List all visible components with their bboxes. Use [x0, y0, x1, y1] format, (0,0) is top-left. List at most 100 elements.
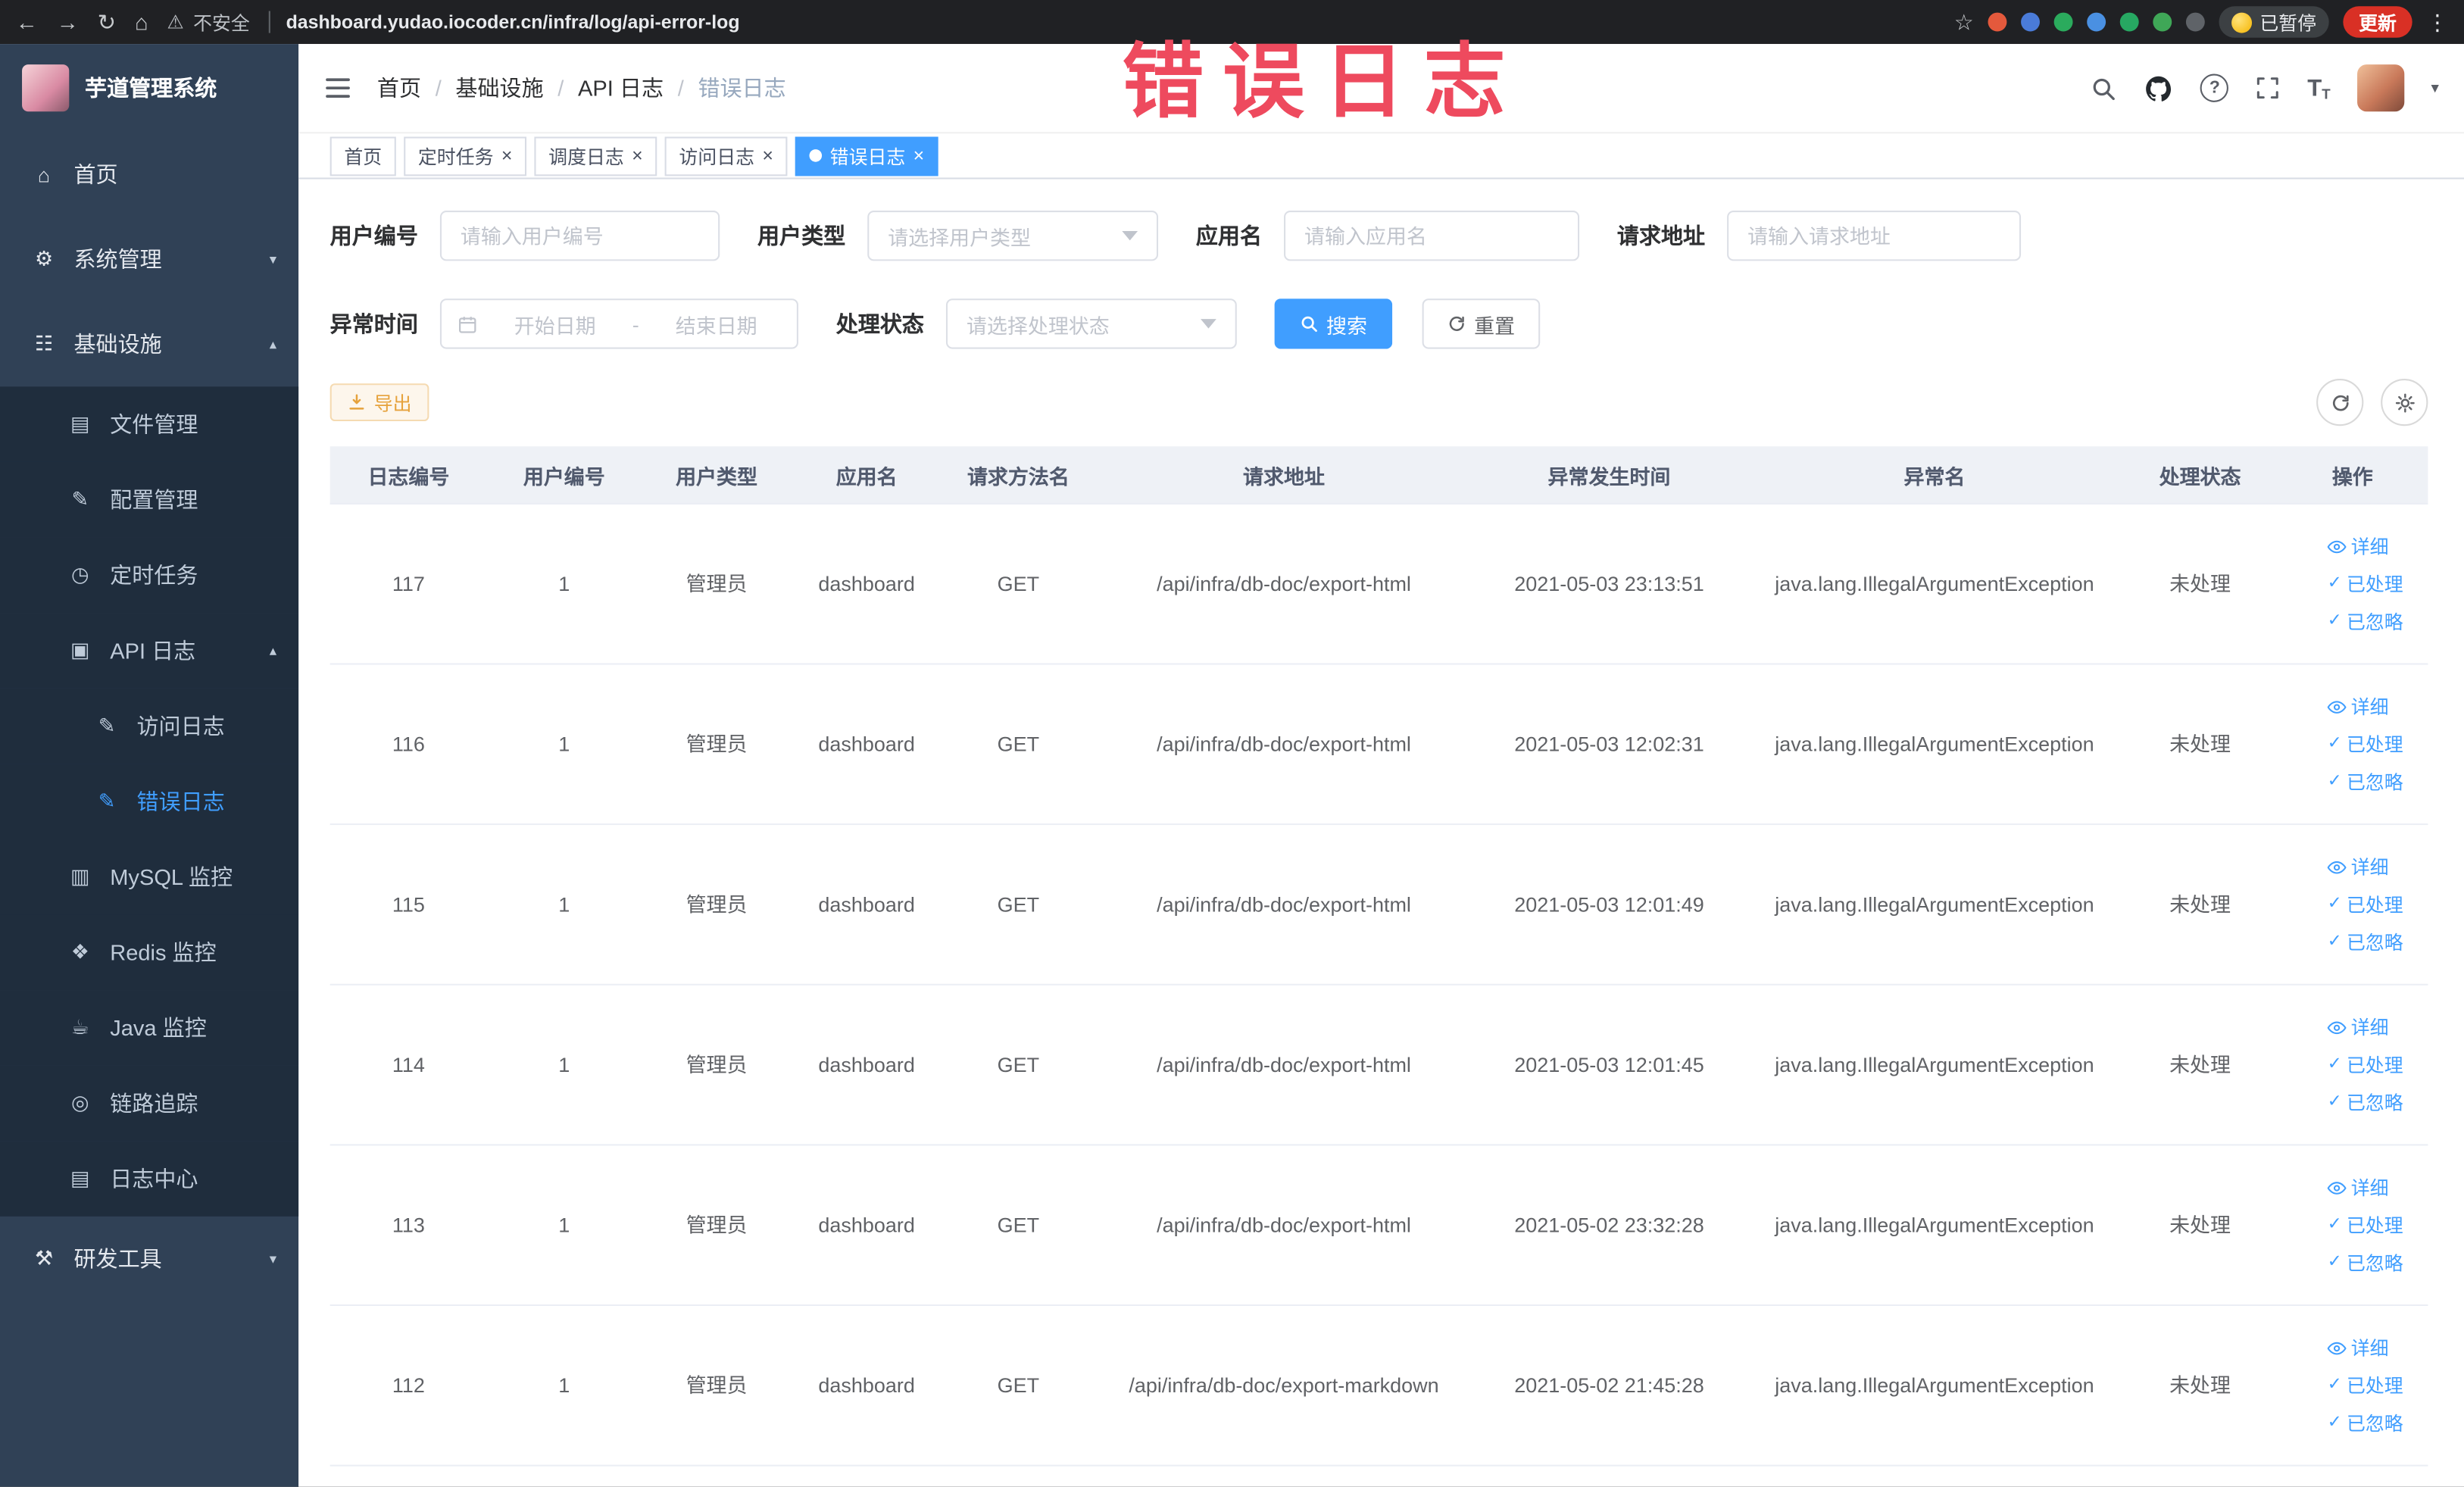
- sidebar-item-access-log[interactable]: ✎ 访问日志: [0, 688, 299, 764]
- close-icon[interactable]: ×: [501, 146, 513, 165]
- sidebar-item-error-log[interactable]: ✎ 错误日志: [0, 764, 299, 839]
- search-icon[interactable]: [2091, 75, 2117, 102]
- cell-exception: java.lang.IllegalArgumentException: [1775, 1213, 2094, 1237]
- app-name-input[interactable]: [1284, 211, 1580, 261]
- action-detail[interactable]: 详细: [2327, 532, 2389, 560]
- tab-access-log[interactable]: 访问日志 ×: [664, 136, 788, 176]
- action-processed[interactable]: ✓ 已处理: [2328, 730, 2403, 758]
- refresh-icon: [1449, 316, 1464, 331]
- export-button[interactable]: 导出: [329, 383, 429, 422]
- user-avatar[interactable]: [2356, 64, 2405, 112]
- extension-grid-icon[interactable]: [2087, 12, 2106, 32]
- fullscreen-icon[interactable]: [2256, 76, 2281, 101]
- action-processed[interactable]: ✓ 已处理: [2328, 890, 2403, 918]
- extension-leaf-icon[interactable]: [2153, 12, 2172, 32]
- github-icon[interactable]: [2144, 73, 2174, 102]
- extension-on-badge-icon[interactable]: [2119, 12, 2139, 32]
- sidebar-item-config-management[interactable]: ✎ 配置管理: [0, 461, 299, 538]
- action-processed[interactable]: ✓ 已处理: [2328, 1051, 2403, 1079]
- sidebar-item-api-log[interactable]: ▣ API 日志 ▴: [0, 613, 299, 689]
- sidebar-item-trace[interactable]: ◎ 链路追踪: [0, 1065, 299, 1142]
- request-url-input[interactable]: [1727, 211, 2022, 261]
- sidebar-item-home[interactable]: ⌂ 首页: [0, 132, 298, 217]
- breadcrumb-separator: /: [435, 75, 442, 101]
- cell-app-name: dashboard: [818, 732, 915, 756]
- access-log-icon: ✎: [98, 713, 116, 738]
- close-icon[interactable]: ×: [913, 146, 925, 165]
- sidebar-item-java-monitor[interactable]: ☕ Java 监控: [0, 990, 299, 1066]
- sidebar-item-redis-monitor[interactable]: ❖ Redis 监控: [0, 914, 299, 991]
- extension-green-check-icon[interactable]: [2053, 12, 2073, 32]
- hamburger-icon[interactable]: [323, 74, 351, 102]
- tab-scheduled-tasks[interactable]: 定时任务 ×: [404, 136, 527, 176]
- paused-profile-badge[interactable]: 已暂停: [2219, 6, 2329, 38]
- extension-blue-icon[interactable]: [2020, 12, 2040, 32]
- search-button[interactable]: 搜索: [1274, 298, 1393, 349]
- action-ignored[interactable]: ✓ 已忽略: [2328, 928, 2403, 956]
- column-header-8: 处理状态: [2159, 464, 2241, 489]
- address-bar[interactable]: dashboard.yudao.iocoder.cn/infra/log/api…: [268, 11, 740, 33]
- cell-user-type: 管理员: [685, 1373, 748, 1397]
- home-icon[interactable]: ⌂: [135, 9, 148, 34]
- tab-error-log[interactable]: 错误日志 ×: [795, 136, 938, 176]
- profile-avatar-icon: [2231, 11, 2252, 33]
- chrome-update-button[interactable]: 更新: [2343, 6, 2412, 38]
- chevron-down-icon: [1201, 319, 1216, 329]
- exception-time-range-picker[interactable]: 开始日期 - 结束日期: [439, 298, 798, 349]
- security-indicator[interactable]: ⚠ 不安全: [167, 8, 250, 35]
- reload-icon[interactable]: ↻: [98, 8, 116, 35]
- reset-button[interactable]: 重置: [1422, 298, 1541, 349]
- sidebar-item-file-management[interactable]: ▤ 文件管理: [0, 386, 299, 462]
- close-icon[interactable]: ×: [762, 146, 773, 165]
- breadcrumb-item-2[interactable]: API 日志: [578, 72, 664, 103]
- sidebar-item-infrastructure[interactable]: ☷ 基础设施 ▴: [0, 301, 298, 386]
- help-icon[interactable]: ?: [2200, 73, 2229, 102]
- font-size-icon[interactable]: TT: [2307, 75, 2330, 102]
- refresh-table-button[interactable]: [2316, 379, 2364, 426]
- tab-schedule-log[interactable]: 调度日志 ×: [534, 136, 657, 176]
- action-detail[interactable]: 详细: [2327, 1013, 2389, 1041]
- close-icon[interactable]: ×: [632, 146, 643, 165]
- user-id-input[interactable]: [439, 211, 720, 261]
- action-processed[interactable]: ✓ 已处理: [2328, 1211, 2403, 1239]
- extension-red-icon[interactable]: [1988, 12, 2007, 32]
- user-type-select[interactable]: 请选择用户类型: [867, 211, 1159, 261]
- action-processed[interactable]: ✓ 已处理: [2328, 570, 2403, 598]
- back-icon[interactable]: ←: [16, 9, 38, 34]
- action-ignored[interactable]: ✓ 已忽略: [2328, 1409, 2403, 1437]
- bookmark-star-icon[interactable]: ☆: [1954, 8, 1974, 35]
- chevron-up-icon: ▴: [269, 642, 277, 658]
- forward-icon[interactable]: →: [57, 9, 79, 34]
- breadcrumb-item-0[interactable]: 首页: [377, 72, 421, 103]
- sidebar-item-scheduled-tasks[interactable]: ◷ 定时任务: [0, 537, 299, 614]
- column-settings-button[interactable]: [2381, 379, 2428, 426]
- column-header-3: 应用名: [835, 464, 898, 489]
- user-type-label: 用户类型: [757, 223, 846, 248]
- cell-user-type: 管理员: [685, 1052, 748, 1076]
- eye-icon: [2327, 1181, 2347, 1194]
- action-ignored[interactable]: ✓ 已忽略: [2328, 1089, 2403, 1117]
- warning-icon: ⚠: [167, 11, 184, 33]
- action-ignored[interactable]: ✓ 已忽略: [2328, 767, 2403, 795]
- sidebar-item-dev-tools[interactable]: ⚒ 研发工具 ▾: [0, 1217, 298, 1301]
- cell-method: GET: [997, 732, 1040, 756]
- action-ignored[interactable]: ✓ 已忽略: [2328, 1248, 2403, 1276]
- tab-home[interactable]: 首页: [329, 136, 396, 176]
- cell-method: GET: [997, 892, 1040, 917]
- breadcrumb-item-1[interactable]: 基础设施: [455, 72, 543, 103]
- sidebar-item-system-management[interactable]: ⚙ 系统管理 ▾: [0, 217, 298, 301]
- action-detail[interactable]: 详细: [2327, 853, 2389, 881]
- sidebar-item-mysql-monitor[interactable]: ▥ MySQL 监控: [0, 839, 299, 915]
- action-processed[interactable]: ✓ 已处理: [2328, 1371, 2403, 1399]
- action-detail[interactable]: 详细: [2327, 1333, 2389, 1361]
- action-detail[interactable]: 详细: [2327, 692, 2389, 720]
- eye-icon: [2327, 1341, 2347, 1354]
- process-status-select[interactable]: 请选择处理状态: [945, 298, 1237, 349]
- action-detail[interactable]: 详细: [2327, 1173, 2389, 1201]
- extension-dark-icon[interactable]: [2185, 12, 2205, 32]
- action-ignored[interactable]: ✓ 已忽略: [2328, 608, 2403, 636]
- avatar-caret-down-icon[interactable]: ▾: [2431, 80, 2438, 97]
- chrome-menu-icon[interactable]: ⋮: [2426, 8, 2448, 35]
- sidebar-item-log-center[interactable]: ▤ 日志中心: [0, 1141, 299, 1217]
- sidebar-logo[interactable]: 芋道管理系统: [0, 44, 298, 132]
